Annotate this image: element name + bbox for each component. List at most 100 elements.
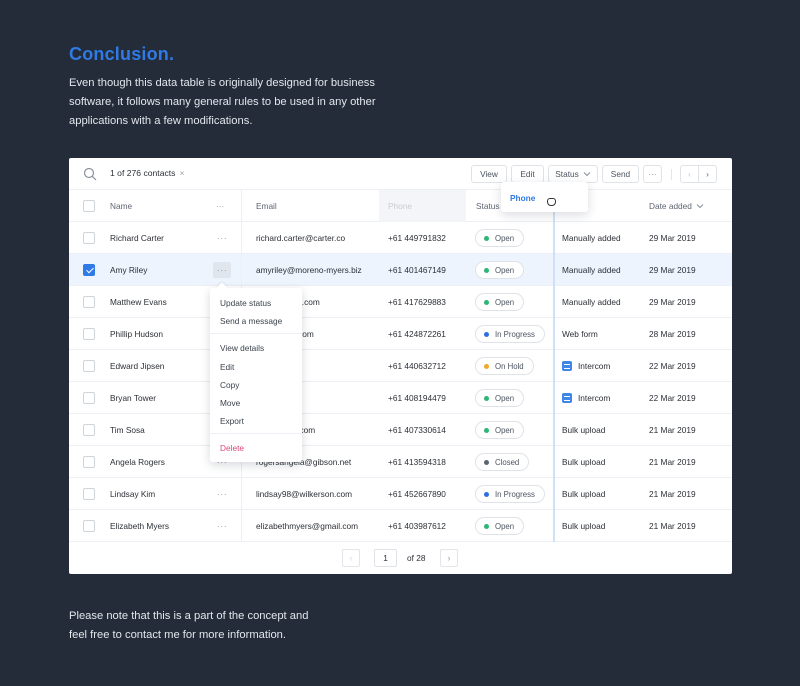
name-column-menu[interactable]: ··· bbox=[216, 190, 224, 222]
table-row[interactable]: Phillip Hudson···n@hotmail.com+61 424872… bbox=[69, 318, 732, 350]
contact-name[interactable]: Angela Rogers bbox=[110, 446, 165, 478]
intro-body: Even though this data table is originall… bbox=[69, 77, 376, 127]
status-badge[interactable]: Open bbox=[475, 293, 525, 311]
contact-name[interactable]: Lindsay Kim bbox=[110, 478, 155, 510]
table-row[interactable]: Edward Jipsen···nline.net+61 440632712On… bbox=[69, 350, 732, 382]
contact-name[interactable]: Matthew Evans bbox=[110, 286, 167, 318]
column-header-date-added[interactable]: Date added bbox=[649, 190, 704, 222]
table-row[interactable]: Matthew Evans···ew@holmes.com+61 4176298… bbox=[69, 286, 732, 318]
edit-button[interactable]: Edit bbox=[511, 165, 544, 183]
column-header-name[interactable]: Name bbox=[110, 190, 132, 222]
menu-item-export[interactable]: Export bbox=[220, 416, 244, 426]
contact-source: Bulk upload bbox=[562, 510, 605, 542]
table-row[interactable]: Amy Riley ··· amyriley@moreno-myers.biz +61… bbox=[69, 254, 732, 286]
table-row[interactable]: Bryan Tower···cglobal.net+61 408194479Op… bbox=[69, 382, 732, 414]
contact-name[interactable]: Amy Riley bbox=[110, 254, 147, 286]
row-checkbox[interactable] bbox=[83, 392, 95, 404]
contact-source: Intercom bbox=[562, 350, 610, 382]
menu-item-delete[interactable]: Delete bbox=[220, 443, 244, 453]
row-checkbox[interactable] bbox=[83, 456, 95, 468]
status-dot-icon bbox=[484, 491, 489, 497]
status-badge[interactable]: In Progress bbox=[475, 485, 545, 503]
select-all-checkbox[interactable] bbox=[83, 200, 95, 212]
table-row[interactable]: Elizabeth Myers ··· elizabethmyers@gmail.c… bbox=[69, 510, 732, 542]
menu-item-update-status[interactable]: Update status bbox=[220, 298, 271, 308]
row-menu-button[interactable]: ··· bbox=[213, 518, 231, 534]
date-added: 22 Mar 2019 bbox=[649, 361, 696, 371]
status-badge[interactable]: Open bbox=[475, 389, 525, 407]
status-badge[interactable]: Open bbox=[475, 261, 525, 279]
pagination-next-button[interactable]: › bbox=[440, 549, 458, 567]
row-checkbox[interactable] bbox=[83, 424, 95, 436]
intercom-icon bbox=[562, 393, 572, 403]
grab-cursor-icon bbox=[547, 198, 556, 206]
more-actions-button[interactable]: ··· bbox=[643, 165, 662, 183]
contact-email: amyriley@moreno-myers.biz bbox=[256, 265, 362, 275]
row-checkbox[interactable] bbox=[83, 232, 95, 244]
row-checkbox[interactable] bbox=[83, 328, 95, 340]
dragged-column-phone[interactable]: Phone bbox=[501, 182, 588, 212]
status-label: Closed bbox=[495, 457, 520, 467]
menu-item-view-details[interactable]: View details bbox=[220, 343, 264, 353]
status-label: In Progress bbox=[495, 329, 535, 339]
menu-item-send-message[interactable]: Send a message bbox=[220, 316, 282, 326]
table-row[interactable]: Angela Rogers ··· rogersangela@gibson.net +… bbox=[69, 446, 732, 478]
send-button[interactable]: Send bbox=[602, 165, 639, 183]
contact-name[interactable]: Elizabeth Myers bbox=[110, 510, 169, 542]
date-added: 29 Mar 2019 bbox=[649, 233, 696, 243]
source-label: Manually added bbox=[562, 297, 621, 307]
menu-item-edit[interactable]: Edit bbox=[220, 362, 234, 372]
row-checkbox[interactable] bbox=[83, 296, 95, 308]
table-row[interactable]: Richard Carter ··· richard.carter@carter.c… bbox=[69, 222, 732, 254]
row-checkbox[interactable] bbox=[83, 488, 95, 500]
contact-phone: +61 440632712 bbox=[388, 361, 446, 371]
intro-title: Conclusion. bbox=[69, 44, 175, 64]
status-badge[interactable]: On Hold bbox=[475, 357, 534, 375]
date-added: 21 Mar 2019 bbox=[649, 521, 696, 531]
status-badge[interactable]: Open bbox=[475, 229, 525, 247]
column-header-status[interactable]: Status bbox=[476, 190, 500, 222]
pagination-prev-button[interactable]: ‹ bbox=[342, 549, 360, 567]
contact-name[interactable]: Richard Carter bbox=[110, 222, 164, 254]
row-checkbox[interactable] bbox=[83, 360, 95, 372]
row-checkbox[interactable] bbox=[83, 520, 95, 532]
contacts-table-card: 1 of 276 contacts × View Edit Status Send… bbox=[69, 158, 732, 574]
toolbar-divider bbox=[671, 169, 672, 180]
table-row[interactable]: Lindsay Kim ··· lindsay98@wilkerson.com +61… bbox=[69, 478, 732, 510]
row-menu-button[interactable]: ··· bbox=[213, 230, 231, 246]
table-row[interactable]: Tim Sosa···@swanson.com+61 407330614Open… bbox=[69, 414, 732, 446]
status-badge[interactable]: Closed bbox=[475, 453, 530, 471]
sort-chevron-icon bbox=[696, 204, 704, 209]
contact-name[interactable]: Edward Jipsen bbox=[110, 350, 164, 382]
contact-phone: +61 408194479 bbox=[388, 393, 446, 403]
source-label: Manually added bbox=[562, 233, 621, 243]
menu-divider bbox=[210, 333, 302, 334]
contact-name[interactable]: Tim Sosa bbox=[110, 414, 145, 446]
menu-item-copy[interactable]: Copy bbox=[220, 380, 239, 390]
menu-item-move[interactable]: Move bbox=[220, 398, 240, 408]
source-label: Web form bbox=[562, 329, 598, 339]
next-page-button[interactable]: › bbox=[698, 165, 717, 183]
search-icon[interactable] bbox=[83, 167, 97, 181]
clear-selection-icon[interactable]: × bbox=[179, 168, 184, 178]
prev-page-button[interactable]: ‹ bbox=[680, 165, 699, 183]
source-label: Bulk upload bbox=[562, 521, 606, 531]
status-dropdown-button[interactable]: Status bbox=[548, 165, 598, 183]
menu-divider bbox=[210, 433, 302, 434]
status-label: In Progress bbox=[495, 489, 535, 499]
status-badge[interactable]: Open bbox=[475, 421, 525, 439]
view-button[interactable]: View bbox=[471, 165, 507, 183]
column-header-email[interactable]: Email bbox=[256, 190, 277, 222]
contact-name[interactable]: Phillip Hudson bbox=[110, 318, 163, 350]
row-checkbox[interactable] bbox=[83, 264, 95, 276]
contact-name[interactable]: Bryan Tower bbox=[110, 382, 156, 414]
row-menu-button[interactable]: ··· bbox=[213, 262, 231, 278]
page-number-input[interactable]: 1 bbox=[374, 549, 397, 567]
row-menu-button[interactable]: ··· bbox=[213, 486, 231, 502]
contact-source: Bulk upload bbox=[562, 446, 605, 478]
page-total: of 28 bbox=[407, 553, 426, 563]
status-badge[interactable]: In Progress bbox=[475, 325, 545, 343]
date-added: 28 Mar 2019 bbox=[649, 329, 696, 339]
contact-source: Manually added bbox=[562, 222, 621, 254]
status-badge[interactable]: Open bbox=[475, 517, 525, 535]
